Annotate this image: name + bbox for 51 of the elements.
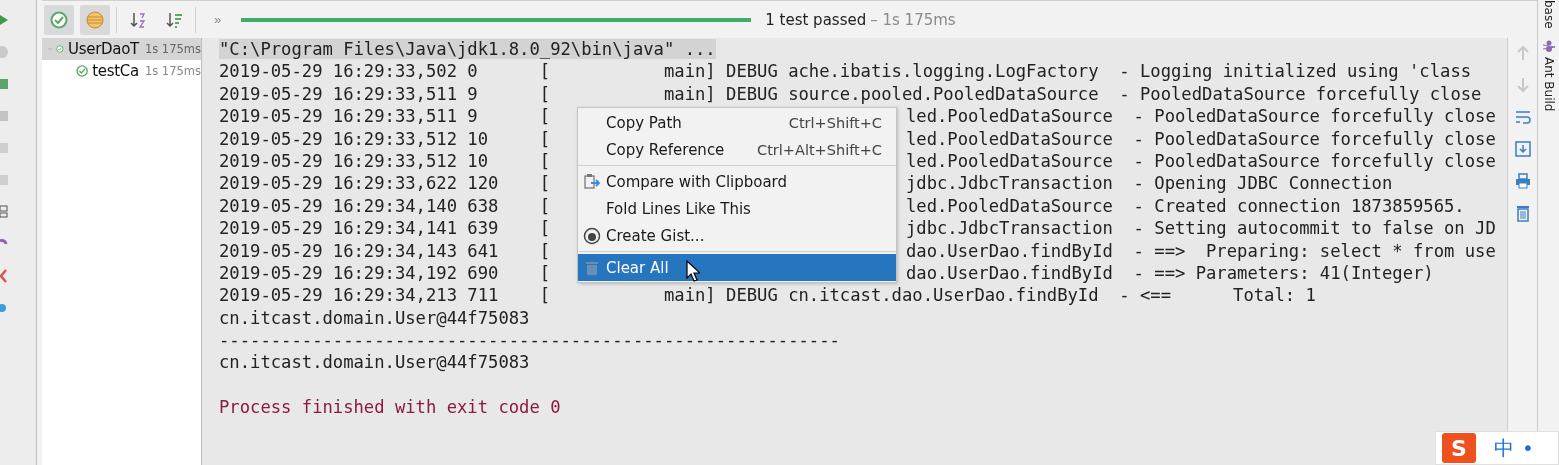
menu-item[interactable]: Fold Lines Like This bbox=[578, 195, 896, 222]
soft-wrap-icon[interactable] bbox=[1513, 108, 1532, 126]
log-line: 2019-05-29 16:29:33,502 0 [ main] DEBUG ache.ibatis.logging.LogFactory - Logging initialized using 'class bbox=[219, 61, 1472, 82]
compare-icon bbox=[583, 172, 601, 191]
log-line: 2019-05-29 16:29:33,512 10 [ bbox=[219, 128, 551, 149]
menu-item[interactable]: Copy Path Ctrl+Shift+C bbox=[578, 109, 896, 136]
log-line: dao.UserDao.findById - ==> Parameters: 41(Integer) bbox=[905, 262, 1434, 283]
ime-logo[interactable]: S bbox=[1442, 433, 1476, 463]
cursor-icon bbox=[686, 260, 700, 282]
log-line: 2019-05-29 16:29:33,511 9 [ bbox=[219, 106, 551, 127]
menu-item[interactable]: Clear All bbox=[578, 254, 896, 281]
play-icon[interactable] bbox=[0, 12, 8, 28]
log-line: led.PooledDataSource - PooledDataSource forcefully close bbox=[905, 150, 1496, 171]
menu-item[interactable]: Compare with Clipboard bbox=[578, 168, 896, 195]
menu-item[interactable]: Copy Reference Ctrl+Alt+Shift+C bbox=[578, 136, 896, 163]
punctuation-mode-label[interactable]: • bbox=[1522, 436, 1534, 460]
log-line: 2019-05-29 16:29:34,141 639 [ bbox=[219, 218, 551, 239]
log-line: led.PooledDataSource - Created connection 1873859565. bbox=[905, 195, 1465, 216]
passed-icon bbox=[76, 62, 89, 80]
tool-window-tab[interactable]: Ant Build bbox=[1541, 38, 1556, 112]
test-duration: – 1s 175ms bbox=[870, 10, 956, 29]
log-line: led.PooledDataSource - PooledDataSource forcefully close bbox=[905, 106, 1496, 127]
tree-item[interactable]: testCa 1s 175ms bbox=[42, 60, 201, 82]
shortcut-label: Ctrl+Shift+C bbox=[788, 114, 882, 131]
input-mode-label[interactable]: 中 bbox=[1494, 434, 1514, 462]
square-icon[interactable] bbox=[0, 108, 8, 124]
print-icon[interactable] bbox=[1513, 172, 1532, 190]
log-line: 2019-05-29 16:29:33,512 10 [ bbox=[219, 150, 551, 171]
passed-filter-icon[interactable] bbox=[44, 4, 74, 35]
scroll-to-end-icon[interactable] bbox=[1513, 140, 1532, 158]
log-line: dao.UserDao.findById - ==> Preparing: select * from use bbox=[905, 240, 1496, 261]
log-line: jdbc.JdbcTransaction - Opening JDBC Connection bbox=[905, 173, 1393, 194]
log-line: 2019-05-29 16:29:33,511 9 [ main] DEBUG source.pooled.PooledDataSource - PooledDataSource forcefully close bbox=[219, 83, 1482, 104]
log-line: 2019-05-29 16:29:34,213 711 [ main] DEBUG cn.itcast.dao.UserDao.findById - <== Total: 1 bbox=[219, 285, 1316, 306]
log-line: 2019-05-29 16:29:34,192 690 [ bbox=[219, 262, 551, 283]
log-line: cn.itcast.domain.User@44f75083 bbox=[219, 352, 530, 373]
log-line: 2019-05-29 16:29:33,622 120 [ bbox=[219, 173, 551, 194]
log-line: 2019-05-29 16:29:34,140 638 [ bbox=[219, 195, 551, 216]
log-line: cn.itcast.domain.User@44f75083 bbox=[219, 307, 530, 328]
ant-icon bbox=[1541, 38, 1556, 53]
tree-item[interactable]: UserDaoT 1s 175ms bbox=[42, 38, 201, 60]
shortcut-label: Ctrl+Alt+Shift+C bbox=[757, 141, 882, 158]
test-status: 1 test passed bbox=[765, 10, 867, 29]
menu-item[interactable]: Create Gist... bbox=[578, 222, 896, 249]
log-line: ------------------------------------------------------------ bbox=[219, 330, 840, 351]
log-line: led.PooledDataSource - PooledDataSource forcefully close bbox=[905, 128, 1496, 149]
exit-message: Process finished with exit code 0 bbox=[219, 397, 561, 418]
layout-icon[interactable] bbox=[0, 204, 8, 220]
log-line: jdbc.JdbcTransaction - Setting autocommit to false on JD bbox=[905, 218, 1496, 239]
tool-window-tab[interactable]: base bbox=[1541, 0, 1556, 29]
log-line: 2019-05-29 16:29:34,143 641 [ bbox=[219, 240, 551, 261]
